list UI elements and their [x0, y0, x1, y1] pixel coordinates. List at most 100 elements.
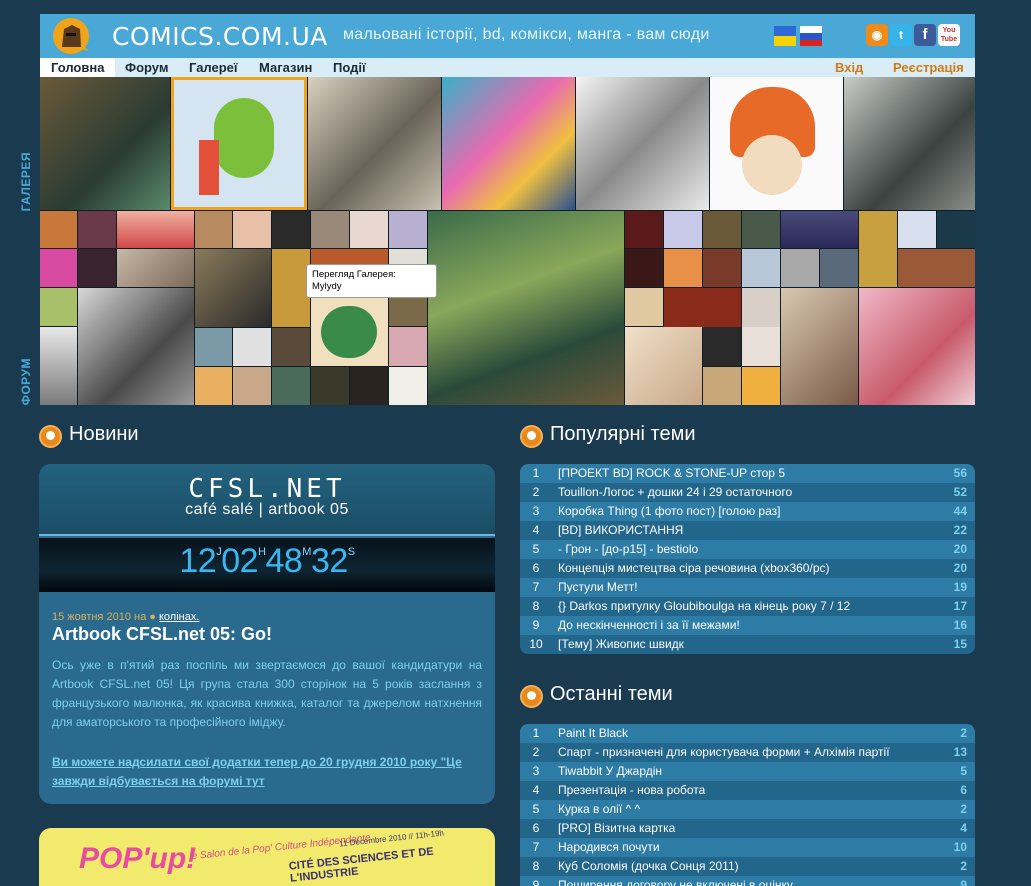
forum-thumb[interactable]: [703, 367, 741, 405]
forum-thumb[interactable]: [664, 211, 702, 248]
forum-thumb[interactable]: [703, 249, 741, 287]
forum-thumb[interactable]: [350, 211, 388, 248]
topic-row[interactable]: 2 Touillon-Логос + дошки 24 і 29 остаточн…: [520, 483, 975, 502]
gallery-thumb[interactable]: [710, 77, 843, 210]
topic-row[interactable]: 4 Презентація - нова робота 6: [520, 781, 975, 800]
forum-thumb[interactable]: [742, 288, 780, 327]
topic-title-link[interactable]: Курка в олії ^ ^: [558, 800, 938, 819]
forum-thumb[interactable]: [233, 328, 271, 366]
topic-row[interactable]: 9 Поширення договору не включені в оцінку…: [520, 876, 975, 886]
gallery-thumb[interactable]: [576, 77, 709, 210]
register-link[interactable]: Реєстрація: [893, 58, 964, 77]
topic-row[interactable]: 8 Куб Соломія (дочка Сонця 2011) 2: [520, 857, 975, 876]
topic-row[interactable]: 7 Народився почути 10: [520, 838, 975, 857]
forum-thumb[interactable]: [625, 288, 663, 326]
site-title[interactable]: COMICS.COM.UA: [112, 22, 328, 51]
cfsl-banner[interactable]: CFSL.NET café salé | artbook 05 12J02H48…: [39, 464, 495, 592]
topic-title-link[interactable]: Народився почути: [558, 838, 938, 857]
forum-thumb[interactable]: [625, 249, 663, 287]
gallery-thumb[interactable]: [171, 77, 307, 210]
forum-thumb[interactable]: [781, 211, 858, 248]
nav-events[interactable]: Події: [322, 58, 377, 77]
news-author-link[interactable]: колінах.: [159, 611, 199, 623]
forum-thumb[interactable]: [703, 327, 741, 366]
news-title[interactable]: Artbook CFSL.net 05: Go!: [52, 624, 272, 645]
forum-thumb[interactable]: [311, 367, 349, 405]
ua-flag-icon[interactable]: [774, 26, 796, 46]
forum-thumb[interactable]: [195, 249, 271, 327]
gallery-side-label[interactable]: ГАЛЕРЕЯ: [19, 152, 33, 211]
forum-thumb[interactable]: [820, 249, 858, 287]
topic-title-link[interactable]: Поширення договору не включені в оцінку: [558, 876, 938, 886]
forum-thumb[interactable]: [272, 328, 310, 366]
topic-row[interactable]: 6 Концепція мистецтва сіра речовина (xbox…: [520, 559, 975, 578]
topic-title-link[interactable]: Touillon-Логос + дошки 24 і 29 остаточно…: [558, 483, 938, 502]
topic-title-link[interactable]: Куб Соломія (дочка Сонця 2011): [558, 857, 938, 876]
nav-galleries[interactable]: Галереї: [178, 58, 249, 77]
gallery-thumb[interactable]: [844, 77, 975, 210]
forum-thumb[interactable]: [272, 249, 310, 327]
forum-thumb[interactable]: [781, 288, 858, 405]
youtube-icon[interactable]: You Tube: [938, 24, 960, 46]
forum-thumb[interactable]: [742, 249, 780, 287]
ru-flag-icon[interactable]: [800, 26, 822, 46]
topic-title-link[interactable]: [PRO] Візитна картка: [558, 819, 938, 838]
forum-thumb[interactable]: [664, 249, 702, 287]
forum-thumb[interactable]: [195, 367, 232, 405]
topic-row[interactable]: 5 Курка в олії ^ ^ 2: [520, 800, 975, 819]
forum-thumb[interactable]: [389, 327, 427, 366]
forum-thumb[interactable]: [40, 327, 77, 405]
topic-title-link[interactable]: До нескінченності і за її межами!: [558, 616, 938, 635]
site-logo[interactable]: [52, 17, 92, 55]
topic-row[interactable]: 6 [PRO] Візитна картка 4: [520, 819, 975, 838]
topic-title-link[interactable]: Спарт - призначені для користувача форми…: [558, 743, 938, 762]
login-link[interactable]: Вхід: [835, 58, 863, 77]
forum-thumb[interactable]: [40, 249, 77, 287]
forum-thumb[interactable]: [272, 211, 310, 248]
topic-row[interactable]: 1 [ПРОЕКТ BD] ROCK & STONE-UP стор 5 56: [520, 464, 975, 483]
forum-thumb[interactable]: [117, 211, 194, 248]
topic-title-link[interactable]: Paint It Black: [558, 724, 938, 743]
forum-thumb[interactable]: [117, 249, 194, 287]
forum-thumb[interactable]: [742, 367, 780, 405]
forum-thumb[interactable]: [272, 367, 310, 405]
forum-thumb[interactable]: [78, 249, 116, 287]
forum-thumb-large[interactable]: [428, 211, 624, 405]
forum-thumb[interactable]: [625, 327, 702, 405]
forum-thumb[interactable]: [311, 211, 349, 248]
topic-row[interactable]: 3 Коробка Thing (1 фото пост) [голою раз]…: [520, 502, 975, 521]
topic-title-link[interactable]: {} Darkos притулку Gloubiboulga на кінец…: [558, 597, 938, 616]
topic-row[interactable]: 7 Пустули Метт! 19: [520, 578, 975, 597]
gallery-thumb[interactable]: [40, 77, 170, 210]
forum-thumb[interactable]: [195, 211, 232, 248]
topic-row[interactable]: 3 Tiwabbit У Джардін 5: [520, 762, 975, 781]
topic-title-link[interactable]: - Грон - [до-p15] - bestiolo: [558, 540, 938, 559]
nav-forum[interactable]: Форум: [114, 58, 179, 77]
rss-icon[interactable]: ◉: [866, 24, 888, 46]
forum-thumb[interactable]: [40, 211, 77, 248]
forum-thumb[interactable]: [350, 367, 388, 405]
topic-row[interactable]: 1 Paint It Black 2: [520, 724, 975, 743]
forum-thumb[interactable]: [859, 288, 975, 405]
forum-thumb[interactable]: [937, 211, 975, 248]
news-more-link[interactable]: Ви можете надсилати свої додатки тепер д…: [52, 753, 482, 791]
forum-thumb[interactable]: [664, 288, 741, 327]
forum-side-label[interactable]: ФОРУМ: [19, 358, 33, 405]
gallery-thumb[interactable]: [308, 77, 441, 210]
topic-row[interactable]: 2 Спарт - призначені для користувача форм…: [520, 743, 975, 762]
forum-thumb[interactable]: [625, 211, 663, 248]
topic-row[interactable]: 4 [BD] ВИКОРИСТАННЯ 22: [520, 521, 975, 540]
forum-thumb[interactable]: [859, 211, 897, 287]
forum-thumb[interactable]: [40, 288, 77, 326]
forum-thumb[interactable]: [233, 367, 271, 405]
forum-thumb[interactable]: [389, 367, 427, 405]
nav-home[interactable]: Головна: [40, 58, 116, 77]
topic-title-link[interactable]: Концепція мистецтва сіра речовина (xbox3…: [558, 559, 938, 578]
nav-shop[interactable]: Магазин: [248, 58, 323, 77]
forum-thumb[interactable]: [78, 211, 116, 248]
topic-title-link[interactable]: Коробка Thing (1 фото пост) [голою раз]: [558, 502, 938, 521]
gallery-thumb[interactable]: [442, 77, 575, 210]
topic-title-link[interactable]: Tiwabbit У Джардін: [558, 762, 938, 781]
topic-title-link[interactable]: Презентація - нова робота: [558, 781, 938, 800]
forum-thumb[interactable]: [742, 327, 780, 366]
